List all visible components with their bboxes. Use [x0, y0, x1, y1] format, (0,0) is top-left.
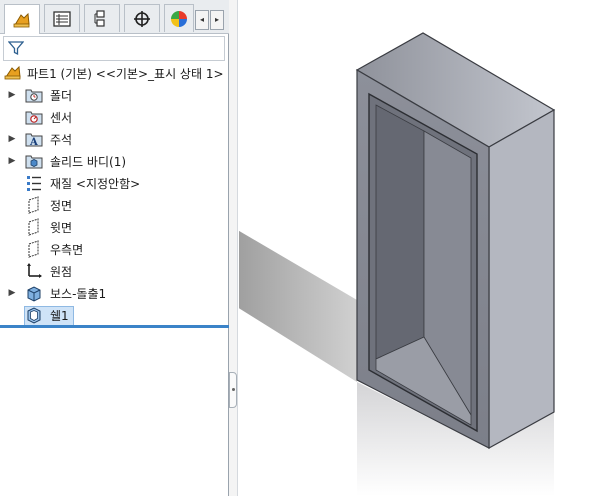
tree-item-label: 폴더 — [50, 88, 73, 103]
featuremanager-icon — [12, 11, 32, 29]
tree-item-annotation[interactable]: ▶ A 주석 — [0, 128, 229, 150]
tree-item-folder[interactable]: ▶ 폴더 — [0, 84, 229, 106]
tab-scroll-right-button[interactable]: ▸ — [210, 10, 224, 30]
tab-displaymanager[interactable] — [164, 4, 194, 32]
plane-icon — [24, 195, 44, 215]
tree-item-front-plane[interactable]: 정면 — [0, 194, 229, 216]
tree-item-label: 주석 — [50, 132, 73, 147]
tab-configurationmanager[interactable] — [84, 4, 120, 32]
tab-dimxpertmanager[interactable] — [124, 4, 160, 32]
expand-arrow-icon[interactable]: ▶ — [7, 156, 17, 166]
part-icon — [3, 63, 23, 83]
expand-arrow-icon[interactable]: ▶ — [7, 90, 17, 100]
tree-item-label: 센서 — [50, 110, 73, 125]
solid-body-icon — [24, 151, 44, 171]
shell-icon — [24, 305, 44, 325]
sensor-icon — [24, 107, 44, 127]
extrude-icon — [24, 283, 44, 303]
tree-item-shell[interactable]: 쉘1 — [0, 304, 229, 326]
propertymanager-icon — [53, 10, 71, 27]
graphics-viewport[interactable] — [239, 0, 609, 496]
tree-item-material[interactable]: 재질 <지정안함> — [0, 172, 229, 194]
tab-scroll-left-button[interactable]: ◂ — [195, 10, 209, 30]
featuremanager-panel: ◂ ▸ 파트1 (기본) <<기본>_표시 상태 1> ▶ 폴더 센서 ▶ A … — [0, 0, 229, 496]
model-canvas[interactable] — [239, 0, 609, 496]
tree-item-top-plane[interactable]: 윗면 — [0, 216, 229, 238]
panel-collapse-handle[interactable] — [229, 372, 237, 408]
tree-root-label: 파트1 (기본) <<기본>_표시 상태 1> — [27, 66, 224, 81]
origin-icon — [24, 261, 44, 281]
panel-splitter[interactable] — [229, 0, 238, 496]
manager-tab-bar: ◂ ▸ — [0, 0, 229, 34]
tree-item-right-plane[interactable]: 우측면 — [0, 238, 229, 260]
tree-item-boss-extrude[interactable]: ▶ 보스-돌출1 — [0, 282, 229, 304]
plane-icon — [24, 217, 44, 237]
tree-item-label: 솔리드 바디(1) — [50, 154, 127, 169]
tree-item-label: 우측면 — [50, 242, 84, 257]
tree-item-label: 보스-돌출1 — [50, 286, 107, 301]
tree-item-label: 쉘1 — [50, 308, 69, 323]
tree-item-label: 원점 — [50, 264, 73, 279]
svg-text:A: A — [29, 137, 38, 147]
tree-filter-input[interactable] — [3, 36, 225, 61]
history-folder-icon — [24, 85, 44, 105]
expand-arrow-icon[interactable]: ▶ — [7, 134, 17, 144]
tree-item-origin[interactable]: 원점 — [0, 260, 229, 282]
funnel-icon — [8, 41, 24, 56]
dimxpertmanager-icon — [133, 10, 151, 28]
tree-item-label: 재질 <지정안함> — [50, 176, 141, 191]
tree-root-part[interactable]: 파트1 (기본) <<기본>_표시 상태 1> — [0, 62, 229, 84]
expand-arrow-icon[interactable]: ▶ — [7, 288, 17, 298]
annotation-icon: A — [24, 129, 44, 149]
material-icon — [24, 173, 44, 193]
tab-featuremanager[interactable] — [4, 4, 40, 34]
rollback-bar[interactable] — [0, 325, 229, 328]
configurationmanager-icon — [94, 9, 110, 28]
displaymanager-icon — [170, 10, 188, 28]
tree-item-label: 정면 — [50, 198, 73, 213]
tree-item-solid-bodies[interactable]: ▶ 솔리드 바디(1) — [0, 150, 229, 172]
tree-item-label: 윗면 — [50, 220, 73, 235]
tab-propertymanager[interactable] — [44, 4, 80, 32]
tree-item-sensor[interactable]: 센서 — [0, 106, 229, 128]
model-side-face — [488, 108, 555, 450]
plane-icon — [24, 239, 44, 259]
